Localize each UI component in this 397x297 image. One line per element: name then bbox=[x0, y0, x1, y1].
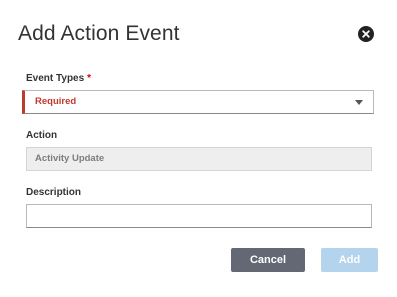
close-circle-icon bbox=[358, 26, 374, 42]
description-input[interactable] bbox=[26, 204, 372, 228]
cancel-button[interactable]: Cancel bbox=[231, 248, 305, 272]
add-action-event-dialog: Add Action Event Event Types * Required A… bbox=[0, 0, 397, 297]
event-types-label-text: Event Types bbox=[26, 73, 85, 84]
event-types-select[interactable]: Required bbox=[22, 90, 374, 114]
action-label: Action bbox=[26, 130, 58, 141]
action-field: Activity Update bbox=[26, 147, 372, 171]
required-marker: * bbox=[87, 73, 92, 84]
close-button[interactable] bbox=[358, 26, 374, 42]
add-button[interactable]: Add bbox=[321, 248, 378, 272]
description-label: Description bbox=[26, 187, 82, 198]
dialog-title: Add Action Event bbox=[18, 22, 180, 45]
action-value: Activity Update bbox=[35, 153, 105, 164]
caret-down-icon bbox=[355, 100, 363, 105]
event-types-placeholder: Required bbox=[35, 96, 77, 107]
event-types-label: Event Types * bbox=[26, 73, 91, 85]
